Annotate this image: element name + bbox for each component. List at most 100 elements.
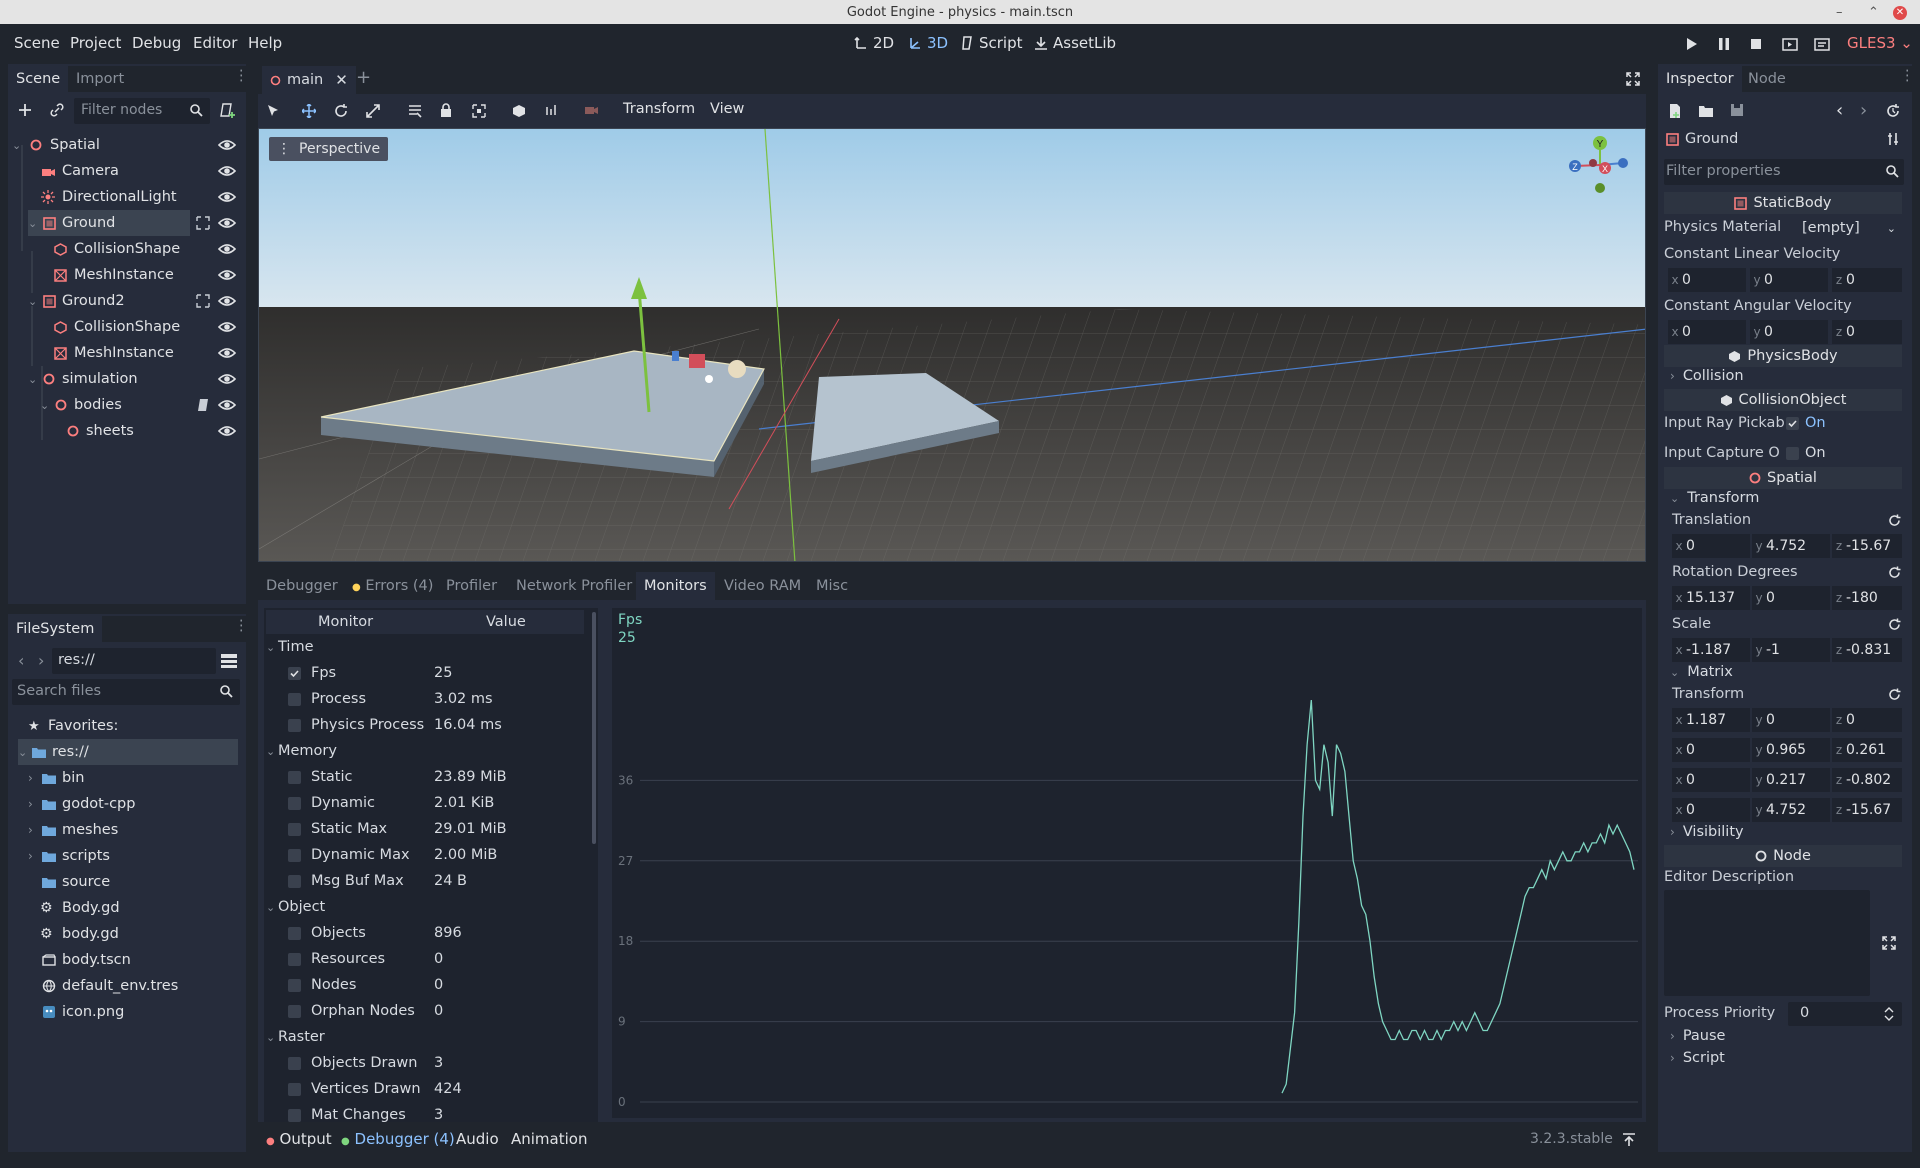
const-lin-z[interactable]: z0 — [1832, 268, 1902, 292]
perspective-menu[interactable]: ⋮ Perspective — [269, 137, 389, 161]
group-transform[interactable]: ⌄ Transform — [1670, 490, 1759, 506]
group-icon[interactable] — [472, 104, 486, 118]
checked-icon[interactable] — [288, 666, 301, 680]
scale-z[interactable]: z -0.831 — [1832, 638, 1902, 662]
tab-video-ram[interactable]: Video RAM — [716, 572, 809, 600]
local-space-icon[interactable] — [512, 104, 526, 118]
matrix-1-x[interactable]: x0 — [1672, 738, 1750, 762]
debugger-tab[interactable]: ● Debugger (4) — [341, 1130, 455, 1148]
process-priority-spinbox[interactable]: 0 — [1788, 1002, 1902, 1026]
scale-x[interactable]: x -1.187 — [1672, 638, 1750, 662]
tab-import[interactable]: Import — [68, 66, 132, 92]
fs-item-body-tscn[interactable]: body.tscn — [40, 947, 238, 973]
forward-icon[interactable]: › — [38, 651, 44, 670]
list-select-icon[interactable] — [408, 104, 422, 118]
tab-errors[interactable]: ● Errors (4) — [344, 572, 441, 600]
fs-item-bin[interactable]: › bin — [28, 765, 238, 791]
attach-script-icon[interactable] — [220, 103, 236, 119]
move-tool-icon[interactable] — [302, 104, 316, 118]
filter-properties-input[interactable]: Filter properties — [1664, 159, 1904, 185]
revert-icon[interactable] — [1888, 688, 1901, 701]
add-node-icon[interactable] — [18, 103, 32, 117]
minimize-button[interactable]: – — [1836, 0, 1843, 26]
unchecked-icon[interactable] — [288, 770, 301, 784]
save-icon[interactable] — [1730, 103, 1744, 117]
rotation-x[interactable]: x 15.137 — [1672, 586, 1750, 610]
const-lin-x[interactable]: x0 — [1668, 268, 1746, 292]
dock-menu-icon[interactable]: ⋮ — [234, 68, 249, 84]
matrix-2-y[interactable]: y 0.217 — [1752, 768, 1830, 792]
collapse-arrow-icon[interactable]: › — [28, 771, 40, 785]
collapse-arrow-icon[interactable]: › — [28, 849, 40, 863]
split-mode-icon[interactable] — [221, 653, 237, 669]
matrix-3-z[interactable]: z -15.67 — [1832, 798, 1902, 822]
monitor-group-object[interactable]: ⌄ Object — [266, 894, 586, 920]
play-scene-icon[interactable] — [1782, 36, 1798, 52]
scene-node-collisionshape-2[interactable]: CollisionShape — [50, 314, 240, 340]
tab-profiler[interactable]: Profiler — [438, 572, 505, 600]
expand-panel-icon[interactable] — [1622, 1133, 1636, 1147]
monitor-group-raster[interactable]: ⌄ Raster — [266, 1024, 586, 1050]
expand-arrow-icon[interactable]: ⌄ — [28, 373, 40, 386]
script-attached-icon[interactable] — [196, 398, 210, 412]
unchecked-icon[interactable] — [288, 952, 301, 966]
group-selected-icon[interactable] — [196, 294, 210, 308]
monitor-row[interactable]: Dynamic 2.01 KiB — [288, 790, 608, 816]
view-gizmo[interactable]: Y X Z — [1565, 133, 1635, 199]
tab-misc[interactable]: Misc — [808, 572, 856, 600]
scale-y[interactable]: y -1 — [1752, 638, 1830, 662]
scene-node-ground2[interactable]: ⌄ Ground2 — [28, 288, 190, 314]
fs-item-body-gd[interactable]: ⚙ body.gd — [40, 921, 238, 947]
fs-item-res[interactable]: ⌄ res:// — [18, 739, 238, 765]
unchecked-icon[interactable] — [288, 692, 301, 706]
physics-material-picker[interactable]: [empty] ⌄ — [1796, 216, 1902, 240]
scene-node-simulation[interactable]: ⌄ simulation — [28, 366, 240, 392]
monitor-row[interactable]: Fps 25 — [288, 660, 608, 686]
section-node[interactable]: Node — [1664, 845, 1902, 867]
unchecked-icon[interactable] — [288, 822, 301, 836]
scene-node-bodies[interactable]: ⌄ bodies — [40, 392, 190, 418]
group-pause[interactable]: › Pause — [1670, 1028, 1725, 1044]
monitor-row[interactable]: Process 3.02 ms — [288, 686, 608, 712]
menu-project[interactable]: Project — [70, 34, 121, 52]
transform-menu[interactable]: Transform — [623, 101, 695, 117]
unchecked-icon[interactable] — [288, 718, 301, 732]
scale-tool-icon[interactable] — [366, 104, 380, 118]
const-ang-x[interactable]: x0 — [1668, 320, 1746, 344]
monitor-row[interactable]: Vertices Drawn 424 — [288, 1076, 608, 1102]
group-collision[interactable]: › Collision — [1670, 368, 1744, 384]
scene-node-sheets[interactable]: sheets — [64, 418, 240, 444]
select-tool-icon[interactable] — [266, 104, 280, 118]
collapse-arrow-icon[interactable]: › — [28, 797, 40, 811]
monitor-row[interactable]: Resources 0 — [288, 946, 608, 972]
tab-filesystem[interactable]: FileSystem — [8, 616, 103, 642]
monitor-row[interactable]: Physics Process 16.04 ms — [288, 712, 608, 738]
camera-preview-icon[interactable] — [584, 104, 598, 116]
scene-node-directionallight[interactable]: DirectionalLight — [38, 184, 244, 210]
unchecked-icon[interactable] — [288, 1108, 301, 1122]
const-ang-z[interactable]: z0 — [1832, 320, 1902, 344]
editor-description-field[interactable] — [1664, 890, 1870, 996]
matrix-2-x[interactable]: x0 — [1672, 768, 1750, 792]
expand-arrow-icon[interactable]: ⌄ — [28, 217, 40, 230]
distraction-free-icon[interactable] — [1626, 72, 1640, 86]
scene-node-meshinstance-2[interactable]: MeshInstance — [50, 340, 240, 366]
tab-inspector[interactable]: Inspector — [1658, 66, 1742, 92]
matrix-1-y[interactable]: y 0.965 — [1752, 738, 1830, 762]
matrix-3-y[interactable]: y 4.752 — [1752, 798, 1830, 822]
scene-node-ground[interactable]: ⌄ Ground — [28, 210, 190, 236]
monitor-group-memory[interactable]: ⌄ Memory — [266, 738, 586, 764]
rotation-z[interactable]: z -180 — [1832, 586, 1902, 610]
rotate-tool-icon[interactable] — [334, 104, 348, 118]
unchecked-icon[interactable] — [288, 848, 301, 862]
section-staticbody[interactable]: StaticBody — [1664, 192, 1902, 214]
tab-monitors[interactable]: Monitors — [636, 572, 715, 600]
view-menu[interactable]: View — [710, 101, 744, 117]
close-tab-icon[interactable]: ✕ — [335, 71, 348, 89]
fs-item-scripts[interactable]: › scripts — [28, 843, 238, 869]
tab-debugger[interactable]: Debugger — [258, 572, 346, 600]
expand-arrow-icon[interactable]: ⌄ — [18, 746, 30, 759]
animation-tab[interactable]: Animation — [511, 1130, 587, 1148]
menu-editor[interactable]: Editor — [193, 34, 237, 52]
3d-viewport[interactable]: ⋮ Perspective Y X Z — [258, 128, 1646, 562]
